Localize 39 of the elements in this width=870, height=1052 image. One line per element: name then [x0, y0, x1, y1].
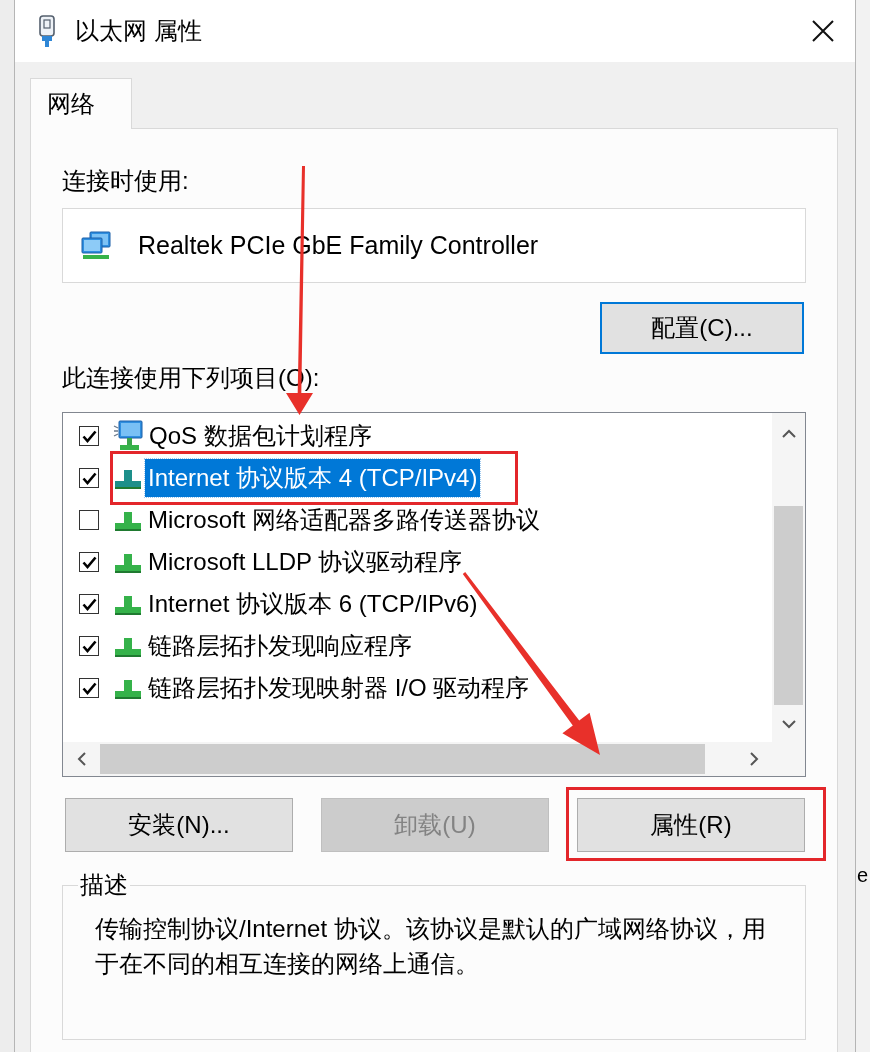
checkbox[interactable] — [79, 426, 99, 446]
list-item[interactable]: Microsoft LLDP 协议驱动程序 — [145, 543, 466, 581]
list-item[interactable]: Internet 协议版本 4 (TCP/IPv4) — [145, 459, 481, 497]
checkbox[interactable] — [79, 594, 99, 614]
check-icon — [81, 555, 97, 569]
group-title: 描述 — [79, 873, 129, 897]
configure-button[interactable]: 配置(C)... — [600, 302, 804, 354]
chevron-up-icon — [781, 429, 796, 439]
tab[interactable]: 网络 — [30, 78, 132, 129]
background-text: e — [856, 863, 870, 888]
checkbox[interactable] — [79, 468, 99, 488]
list-item[interactable]: QoS 数据包计划程序 — [146, 417, 375, 455]
scrollbar-thumb[interactable] — [100, 744, 705, 774]
checkbox[interactable] — [79, 510, 99, 530]
list-item[interactable]: 链路层拓扑发现响应程序 — [145, 627, 415, 665]
window-title: 以太网 属性 — [75, 16, 202, 46]
chevron-left-icon — [76, 752, 87, 766]
list-item[interactable]: 链路层拓扑发现映射器 I/O 驱动程序 — [145, 669, 533, 707]
check-icon — [81, 597, 97, 611]
network-plug-icon — [38, 15, 56, 47]
network-adapter-icon — [80, 230, 112, 261]
section-label: 连接时使用: — [62, 167, 190, 195]
checkbox[interactable] — [79, 636, 99, 656]
close-icon — [812, 20, 834, 42]
chevron-down-icon — [781, 718, 796, 729]
list-item[interactable]: Internet 协议版本 6 (TCP/IPv6) — [145, 585, 481, 623]
checkbox[interactable] — [79, 678, 99, 698]
checkbox[interactable] — [79, 552, 99, 572]
action-button[interactable]: 属性(R) — [577, 798, 805, 852]
check-icon — [81, 639, 97, 653]
check-icon — [81, 471, 97, 485]
check-icon — [81, 681, 97, 695]
list-item[interactable]: Microsoft 网络适配器多路传送器协议 — [145, 501, 543, 539]
monitor-icon — [113, 420, 143, 452]
description-text: 传输控制协议/Internet 协议。该协议是默认的广域网络协议，用于在不同的相互连接的网络上通信。 — [94, 914, 767, 979]
scrollbar-thumb[interactable] — [774, 506, 803, 705]
check-icon — [81, 429, 97, 443]
chevron-right-icon — [748, 752, 759, 766]
action-button[interactable]: 安装(N)... — [65, 798, 293, 852]
